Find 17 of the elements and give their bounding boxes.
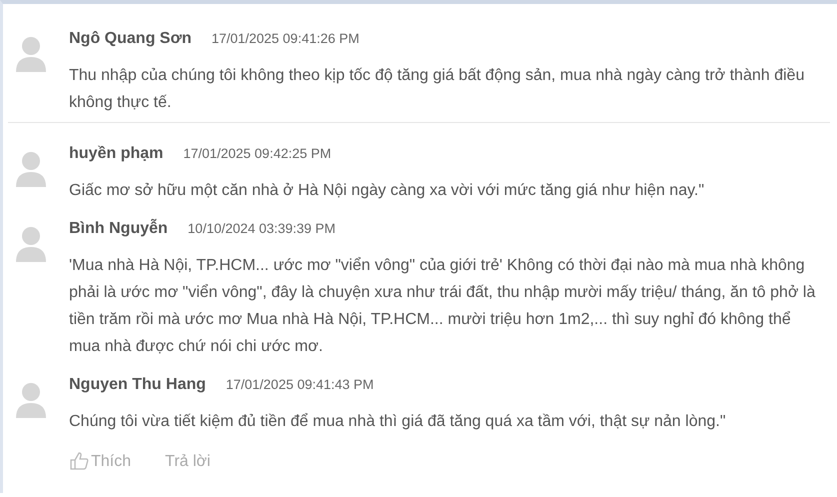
author-name[interactable]: Bình Nguyễn — [69, 220, 168, 238]
comment-text: 'Mua nhà Hà Nội, TP.HCM... ước mơ "viển vông" của giới trẻ' Không có thời đại nào mà mua nhà không phải là ước mơ "viển vông", đây là chuyện xưa như trái đất, thu nhập mười mấy triệu/ tháng, ăn tô phở là tiền trăm rồi mà ước mơ Mua nhà Hà Nội, TP.HCM... mười triệu hơn 1m2,... thì suy nghỉ đó không thể mua nhà được chứ nói chi ước mơ. — [69, 256, 816, 357]
author-name[interactable]: Nguyen Thu Hang — [69, 376, 206, 394]
comment-time: 17/01/2025 09:41:26 PM — [211, 31, 360, 46]
comment-time: 17/01/2025 09:41:43 PM — [226, 377, 374, 392]
thumbs-up-icon — [69, 451, 89, 471]
avatar-icon — [15, 382, 47, 418]
comment-time: 17/01/2025 09:42:25 PM — [183, 146, 332, 161]
author-name[interactable]: Ngô Quang Sơn — [69, 30, 192, 48]
avatar-icon — [15, 36, 47, 72]
comment-text: Thu nhập của chúng tôi không theo kịp tốc độ tăng giá bất động sản, mua nhà ngày càng trở thành điều không thực tế. — [69, 66, 806, 113]
author-name[interactable]: huyền phạm — [69, 145, 164, 163]
avatar-icon — [15, 226, 47, 262]
comment-text: Giấc mơ sở hữu một căn nhà ở Hà Nội ngày càng xa vời với mức tăng giá như hiện nay." — [69, 181, 706, 201]
comment-text: Chúng tôi vừa tiết kiệm đủ tiền để mua nhà thì giá đã tăng quá xa tầm với, thật sự nản lòng." — [69, 412, 727, 432]
avatar-icon — [15, 151, 47, 187]
comment-time: 10/10/2024 03:39:39 PM — [188, 221, 336, 236]
